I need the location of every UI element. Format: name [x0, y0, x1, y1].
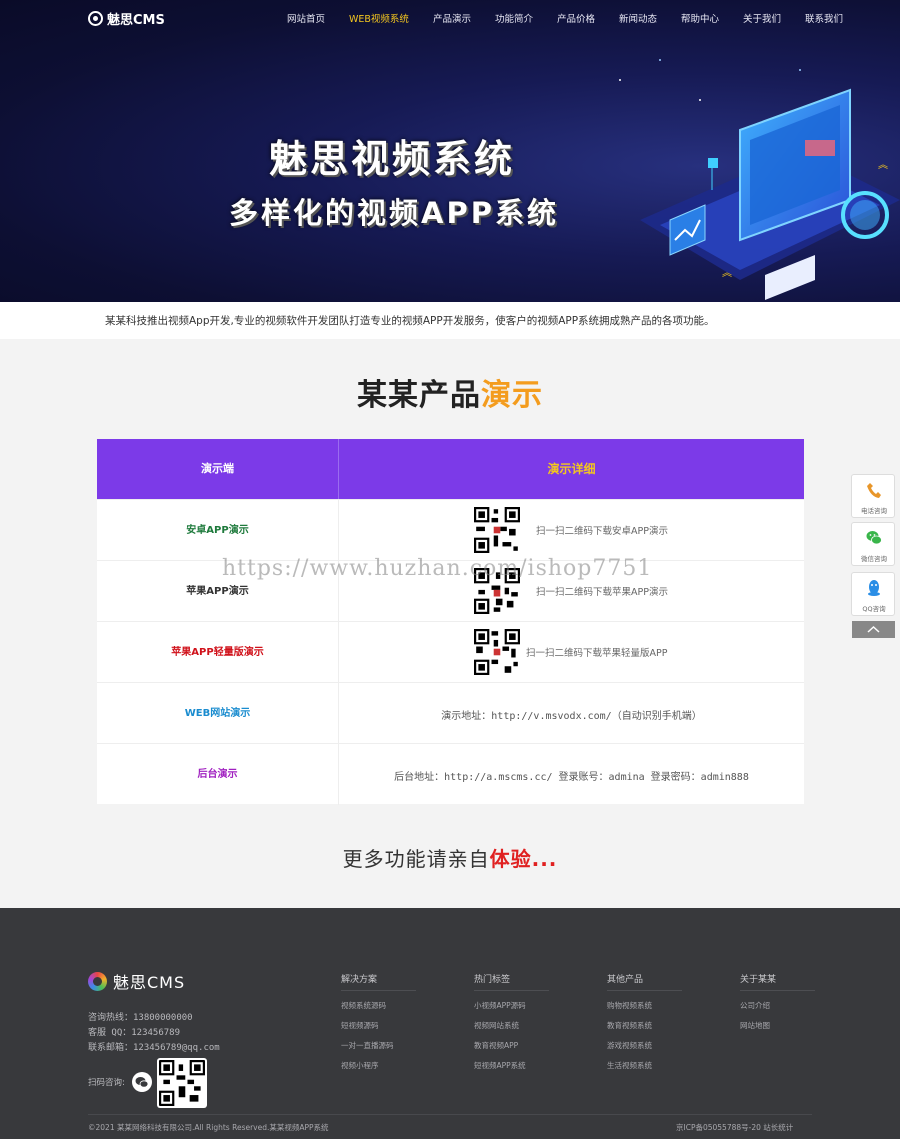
- hero-illustration: ︽ ︽: [619, 59, 900, 300]
- chevron-up-icon: [867, 625, 880, 633]
- footer-qq: 客服 QQ：123456789: [88, 1028, 181, 1038]
- footer-link[interactable]: 短视频APP系统: [474, 1060, 574, 1071]
- nav-item-contact[interactable]: 联系我们: [805, 11, 843, 25]
- footer-col-title: 关于某某: [740, 972, 815, 991]
- row-label-android: 安卓APP演示: [97, 500, 339, 561]
- row-detail: 后台地址：http://a.mscms.cc/ 登录账号：admina 登录密码…: [339, 744, 804, 805]
- footer-link[interactable]: 购物视频系统: [607, 1000, 707, 1011]
- footer-link[interactable]: 教育视频系统: [607, 1020, 707, 1031]
- footer-copyright: ©2021 某某网络科技有限公司.All Rights Reserved.某某视…: [88, 1123, 329, 1132]
- footer-link[interactable]: 视频小程序: [341, 1060, 441, 1071]
- footer-qr-code: [157, 1058, 207, 1108]
- row-label-admin: 后台演示: [97, 744, 339, 805]
- float-qq-consult[interactable]: QQ咨询: [851, 572, 895, 616]
- row-detail-ios-lite: 扫一扫二维码下载苹果轻量版APP: [526, 648, 668, 659]
- footer-icp[interactable]: 京ICP备05055788号-20 站长统计: [676, 1122, 793, 1133]
- footer-link[interactable]: 公司介绍: [740, 1000, 840, 1011]
- intro-text: 某某科技推出视频App开发,专业的视频软件开发团队打造专业的视频APP开发服务，…: [105, 315, 715, 327]
- footer-link[interactable]: 教育视频APP: [474, 1040, 574, 1051]
- footer-col-about: 关于某某 公司介绍 网站地图: [740, 972, 840, 1031]
- section-title: 某某产品演示: [0, 370, 900, 414]
- float-label-qq: QQ咨询: [862, 605, 886, 613]
- logo-text: 魅思CMS: [107, 13, 165, 28]
- row-detail-admin[interactable]: 后台地址：http://a.mscms.cc/ 登录账号：admina 登录密码…: [339, 768, 804, 783]
- footer-hotline: 咨询热线：13800000000: [88, 1013, 193, 1023]
- more-features-text: 更多功能请亲自体验...: [0, 843, 900, 872]
- footer-col-solutions: 解决方案 视频系统源码 短视频源码 一对一直播源码 视频小程序: [341, 972, 441, 1071]
- table-row: 后台演示 后台地址：http://a.mscms.cc/ 登录账号：admina…: [97, 743, 804, 805]
- wechat-icon: [866, 531, 882, 545]
- nav-item-web-video[interactable]: WEB视频系统: [349, 11, 409, 25]
- nav-item-demo[interactable]: 产品演示: [433, 11, 471, 25]
- nav-item-help[interactable]: 帮助中心: [681, 11, 719, 25]
- intro-strip: 某某科技推出视频App开发,专业的视频软件开发团队打造专业的视频APP开发服务，…: [0, 302, 900, 339]
- footer-scan-label: 扫码咨询:: [88, 1078, 125, 1088]
- row-detail-ios: 扫一扫二维码下载苹果APP演示: [536, 587, 668, 598]
- footer-col-hot-tags: 热门标签 小视频APP源码 视频网站系统 教育视频APP 短视频APP系统: [474, 972, 574, 1071]
- row-detail: 扫一扫二维码下载安卓APP演示: [339, 500, 804, 561]
- qr-code[interactable]: [474, 629, 520, 675]
- header-demo-end: 演示端: [97, 439, 339, 499]
- nav-item-pricing[interactable]: 产品价格: [557, 11, 595, 25]
- footer-divider: [88, 1114, 812, 1115]
- svg-text:︽: ︽: [722, 268, 732, 279]
- top-navigation: 魅思CMS 网站首页 WEB视频系统 产品演示 功能简介 产品价格 新闻动态 帮…: [0, 0, 900, 36]
- float-wechat-consult[interactable]: 微信咨询: [851, 522, 895, 566]
- footer-link[interactable]: 生活视频系统: [607, 1060, 707, 1071]
- phone-icon: [867, 483, 881, 498]
- footer-link[interactable]: 短视频源码: [341, 1020, 441, 1031]
- footer-logo-text: 魅思CMS: [113, 973, 186, 992]
- table-row: 安卓APP演示 扫一扫二维码下载安卓APP演示: [97, 499, 804, 561]
- qr-code[interactable]: [474, 507, 520, 553]
- footer-col-title: 热门标签: [474, 972, 549, 991]
- row-label-ios-lite: 苹果APP轻量版演示: [97, 622, 339, 683]
- footer-link[interactable]: 一对一直播源码: [341, 1040, 441, 1051]
- float-phone-consult[interactable]: 电话咨询: [851, 474, 895, 518]
- back-to-top-button[interactable]: [852, 621, 895, 638]
- nav-item-home[interactable]: 网站首页: [287, 11, 325, 25]
- section-title-highlight: 演示: [481, 378, 543, 413]
- main-menu: 网站首页 WEB视频系统 产品演示 功能简介 产品价格 新闻动态 帮助中心 关于…: [275, 11, 855, 25]
- footer-link[interactable]: 小视频APP源码: [474, 1000, 574, 1011]
- more-text: 更多功能请亲自: [342, 847, 490, 871]
- footer-logo[interactable]: 魅思CMS: [88, 969, 185, 993]
- header-demo-detail: 演示详细: [547, 462, 596, 476]
- demo-table: 演示端 演示详细 安卓APP演示 扫一扫二维码下载安卓APP演示 苹果APP演示: [97, 439, 804, 805]
- demo-table-header: 演示端 演示详细: [97, 439, 804, 499]
- row-detail-web[interactable]: 演示地址：http://v.msvodx.com/（自动识别手机端）: [339, 707, 804, 722]
- logo-icon: [88, 11, 103, 26]
- nav-item-about[interactable]: 关于我们: [743, 11, 781, 25]
- float-label-phone: 电话咨询: [861, 507, 887, 515]
- footer-email: 联系邮箱：123456789@qq.com: [88, 1043, 220, 1053]
- row-label-web: WEB网站演示: [97, 683, 339, 744]
- hero-banner: 魅思CMS 网站首页 WEB视频系统 产品演示 功能简介 产品价格 新闻动态 帮…: [0, 0, 900, 302]
- row-detail: 演示地址：http://v.msvodx.com/（自动识别手机端）: [339, 683, 804, 744]
- footer-link[interactable]: 视频网站系统: [474, 1020, 574, 1031]
- footer-col-other-products: 其他产品 购物视频系统 教育视频系统 游戏视频系统 生活视频系统: [607, 972, 707, 1071]
- table-row: 苹果APP轻量版演示 扫一扫二维码下载苹果轻量版APP: [97, 621, 804, 683]
- row-detail: 扫一扫二维码下载苹果轻量版APP: [339, 622, 804, 683]
- footer-link[interactable]: 游戏视频系统: [607, 1040, 707, 1051]
- site-footer: 魅思CMS 咨询热线：13800000000 客服 QQ：123456789 联…: [0, 908, 900, 1139]
- footer-col-title: 其他产品: [607, 972, 682, 991]
- more-highlight: 体验...: [489, 847, 558, 871]
- nav-item-news[interactable]: 新闻动态: [619, 11, 657, 25]
- section-title-main: 某某产品: [357, 378, 481, 413]
- svg-text:︽: ︽: [878, 160, 888, 171]
- table-row: WEB网站演示 演示地址：http://v.msvodx.com/（自动识别手机…: [97, 682, 804, 744]
- footer-link[interactable]: 视频系统源码: [341, 1000, 441, 1011]
- float-label-wechat: 微信咨询: [861, 555, 887, 563]
- site-logo[interactable]: 魅思CMS: [88, 9, 165, 28]
- wechat-icon: [132, 1072, 152, 1092]
- qq-icon: [868, 580, 880, 596]
- nav-item-features[interactable]: 功能简介: [495, 11, 533, 25]
- row-detail-android: 扫一扫二维码下载安卓APP演示: [536, 526, 668, 537]
- footer-link[interactable]: 网站地图: [740, 1020, 840, 1031]
- watermark-text: https://www.huzhan.com/ishop7751: [222, 556, 653, 581]
- logo-ring-icon: [88, 971, 107, 991]
- footer-col-title: 解决方案: [341, 972, 416, 991]
